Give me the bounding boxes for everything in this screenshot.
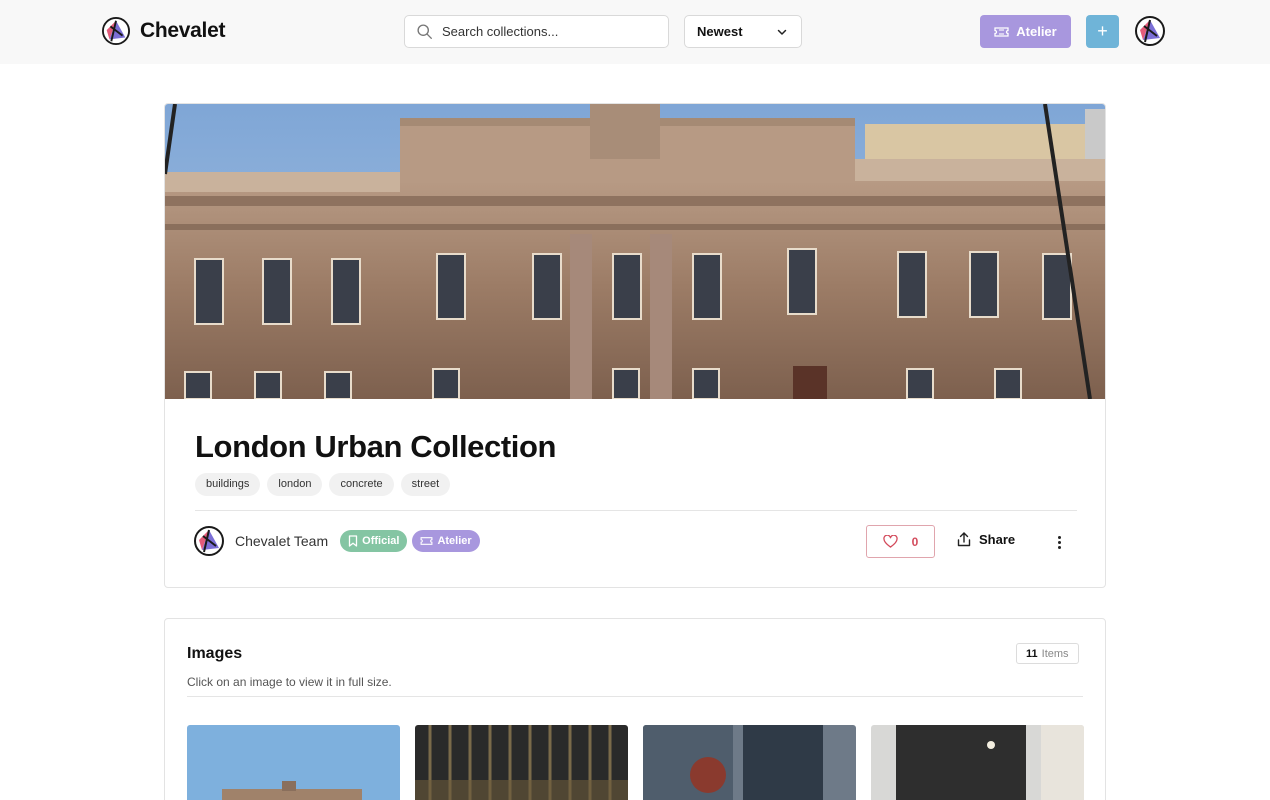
official-badge: Official	[340, 530, 408, 552]
chevron-down-icon	[777, 29, 787, 35]
share-button[interactable]: Share	[957, 532, 1015, 547]
share-label: Share	[979, 532, 1016, 547]
heart-icon	[883, 535, 898, 548]
divider	[187, 696, 1083, 697]
tag-chip[interactable]: street	[400, 473, 451, 496]
plus-icon: +	[1097, 21, 1108, 41]
add-button[interactable]: +	[1086, 15, 1119, 48]
collection-title: London Urban Collection	[195, 429, 557, 464]
search-icon	[417, 24, 432, 39]
search-input[interactable]	[442, 24, 662, 39]
ticket-icon	[994, 26, 1009, 37]
author-avatar[interactable]	[194, 526, 224, 556]
ticket-icon	[420, 537, 433, 545]
more-vertical-icon	[1057, 535, 1061, 539]
collection-card: London Urban Collection buildings london…	[164, 103, 1106, 588]
divider	[195, 510, 1077, 511]
images-section: Images 11 Items Click on an image to vie…	[164, 618, 1106, 800]
atelier-button-label: Atelier	[1016, 24, 1057, 39]
tag-chip[interactable]: london	[267, 473, 323, 496]
share-icon	[957, 532, 971, 547]
more-options-button[interactable]	[1054, 532, 1064, 552]
item-count-label: Items	[1041, 647, 1069, 660]
search-box[interactable]	[404, 15, 669, 48]
user-avatar[interactable]	[1135, 16, 1165, 46]
brand-name: Chevalet	[140, 19, 226, 42]
tag-list: buildings london concrete street	[195, 473, 451, 496]
item-count-badge: 11 Items	[1016, 643, 1079, 664]
more-vertical-icon	[1057, 545, 1061, 549]
like-button[interactable]: 0	[866, 525, 935, 558]
chevalet-logo-icon	[102, 17, 130, 45]
image-thumbnail[interactable]	[187, 725, 400, 800]
brand[interactable]: Chevalet	[102, 17, 225, 45]
images-section-subtitle: Click on an image to view it in full siz…	[187, 675, 392, 689]
sort-selected-label: Newest	[697, 24, 743, 39]
like-count: 0	[911, 534, 919, 549]
atelier-button[interactable]: Atelier	[980, 15, 1071, 48]
author-name[interactable]: Chevalet Team	[235, 533, 328, 549]
atelier-badge-label: Atelier	[437, 535, 472, 547]
image-thumbnail[interactable]	[871, 725, 1084, 800]
image-thumbnail[interactable]	[415, 725, 628, 800]
tag-chip[interactable]: buildings	[195, 473, 261, 496]
atelier-badge: Atelier	[412, 530, 480, 552]
images-section-title: Images	[187, 645, 243, 662]
item-count: 11	[1026, 647, 1038, 660]
author-block: Chevalet Team Official Atelier	[194, 526, 480, 556]
tag-chip[interactable]: concrete	[329, 473, 394, 496]
collection-banner-image	[165, 104, 1105, 399]
top-header: Chevalet Newest Atelier +	[0, 0, 1270, 64]
official-badge-label: Official	[362, 535, 400, 547]
sort-select[interactable]: Newest	[684, 15, 802, 48]
bookmark-icon	[348, 535, 358, 547]
more-vertical-icon	[1057, 540, 1061, 544]
image-thumbnail[interactable]	[643, 725, 856, 800]
